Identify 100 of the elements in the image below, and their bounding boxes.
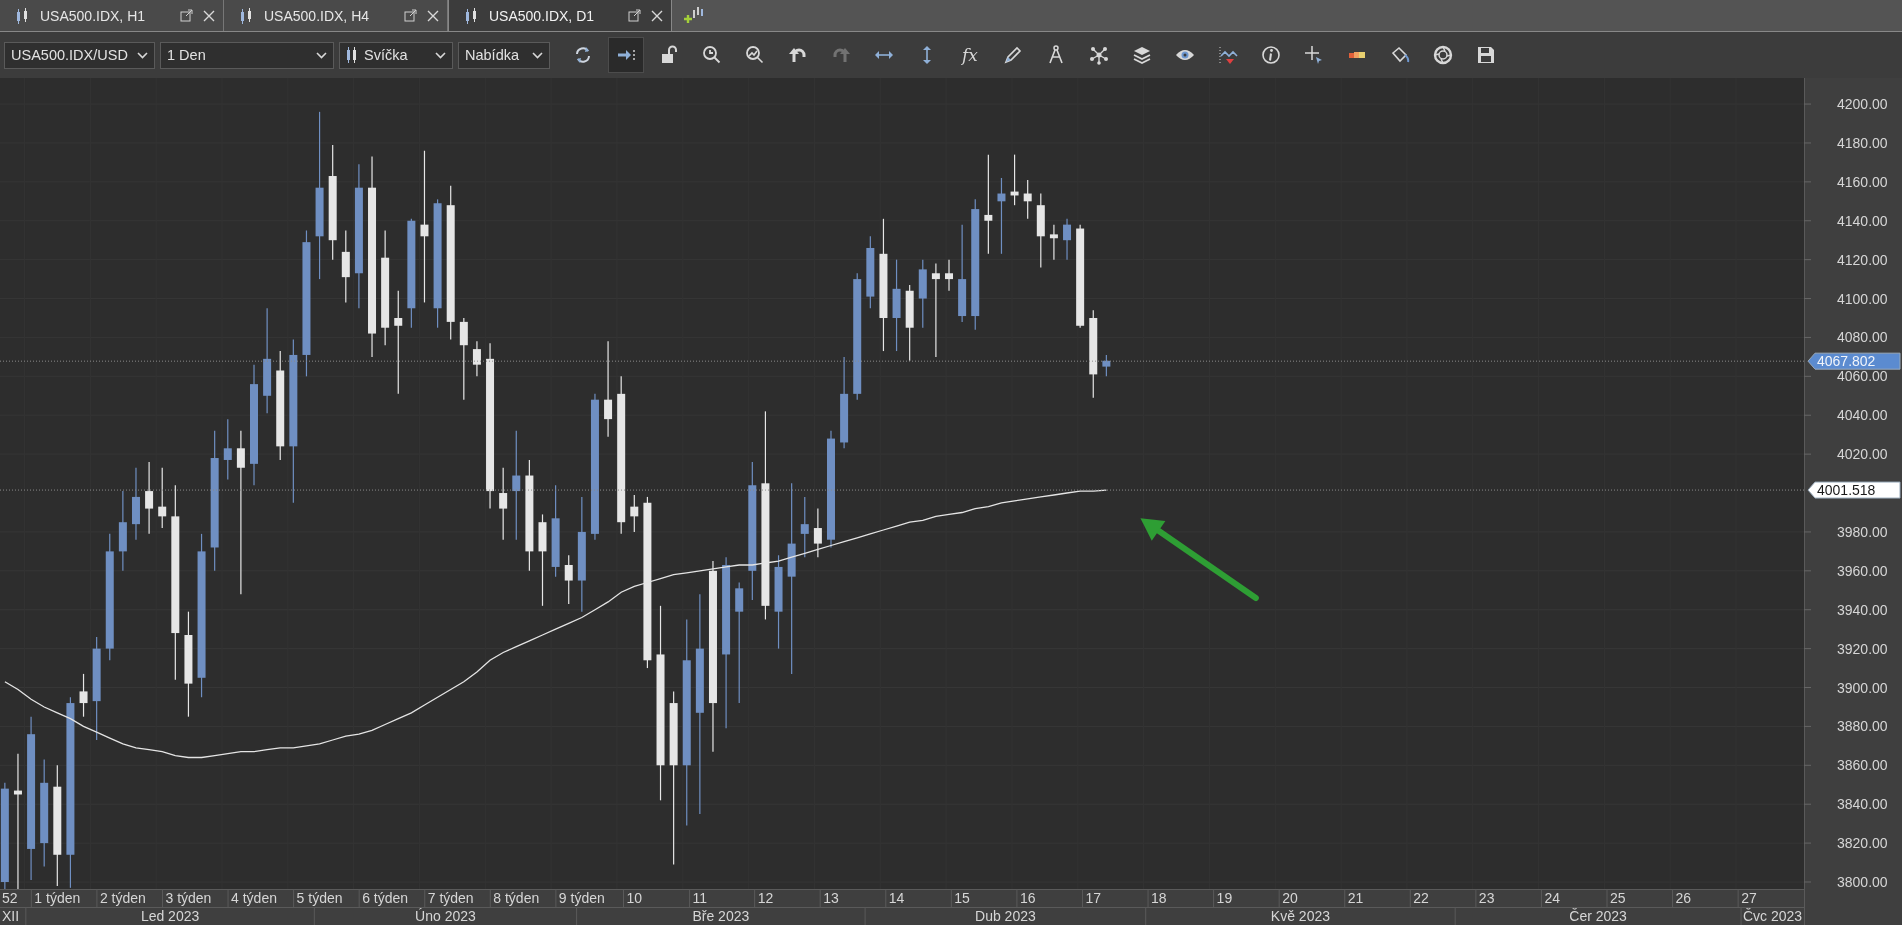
network-icon [1089, 45, 1109, 65]
dropdown[interactable]: 1 Den [160, 41, 334, 69]
axis-label: 3860.00 [1837, 757, 1888, 774]
popout-icon[interactable] [628, 9, 641, 22]
axis-label: 17 [1085, 890, 1102, 906]
dropdown[interactable]: USA500.IDX/USD [4, 41, 155, 69]
axis-label: 10 [626, 890, 643, 906]
candlestick [813, 508, 822, 558]
axis-label: 4200.00 [1837, 96, 1888, 113]
caret-icon [316, 51, 327, 59]
candlestick-icon [346, 46, 358, 64]
price-tag: 4001.518 [1807, 481, 1901, 499]
axis-label: 12 [757, 890, 774, 906]
axis-label: 21 [1347, 890, 1364, 906]
zoom-out-icon [745, 45, 765, 65]
info-icon [1261, 45, 1281, 65]
candlestick [564, 554, 573, 605]
axis-label: 26 [1675, 890, 1692, 906]
arrow-right-button[interactable] [608, 37, 644, 73]
axis-label: 3880.00 [1837, 718, 1888, 735]
axis-label: 22 [1413, 890, 1429, 906]
candlestick [918, 259, 927, 329]
axis-label: 24 [1544, 890, 1560, 906]
refresh-icon [573, 45, 593, 65]
layers-icon [1132, 45, 1152, 65]
ref-line-label: 4001.518 [1817, 482, 1876, 499]
axis-label: 4 týden [231, 890, 277, 906]
dropdown[interactable]: Svíčka [339, 41, 453, 69]
crosshair-icon [1304, 45, 1324, 65]
pencil-icon [1003, 45, 1023, 65]
axis-label: 9 týden [558, 890, 605, 906]
caret-icon [532, 51, 543, 59]
candlestick-icon [14, 6, 30, 25]
axis-label: 27 [1741, 890, 1757, 906]
ref-line-label: 4067.802 [1817, 353, 1876, 370]
caret-icon [137, 51, 148, 59]
axis-label: 4080.00 [1837, 329, 1888, 346]
formula-button[interactable]: fx [952, 37, 988, 73]
axis-label: 25 [1610, 890, 1626, 906]
axis-label: 5 týden [296, 890, 343, 906]
axis-label: Bře 2023 [692, 908, 750, 924]
candlestick [630, 494, 639, 533]
axis-label: 18 [1151, 890, 1167, 906]
caret-icon [435, 51, 446, 59]
candlestick [1102, 354, 1111, 377]
axis-label: 20 [1282, 890, 1298, 906]
close-icon[interactable] [203, 9, 215, 22]
tab[interactable]: USA500.IDX, D1 [448, 0, 672, 31]
popout-icon[interactable] [404, 9, 417, 22]
axis-label: 4060.00 [1837, 368, 1888, 385]
paint-bucket-icon [1390, 45, 1410, 65]
axis-label: 1 týden [34, 890, 81, 906]
candlestick [945, 259, 953, 292]
axis-label: 4180.00 [1837, 134, 1888, 151]
candlestick-icon [238, 6, 254, 25]
axis-label: 14 [888, 890, 905, 906]
axis-label: 16 [1019, 890, 1036, 906]
axis-label: 23 [1478, 890, 1495, 906]
axis-label: 3940.00 [1837, 601, 1888, 618]
close-icon[interactable] [651, 9, 663, 22]
axis-label: 4140.00 [1837, 212, 1888, 229]
aperture-icon [1433, 45, 1453, 65]
tab[interactable]: USA500.IDX, H4 [224, 0, 448, 31]
axis-label: Led 2023 [140, 908, 200, 924]
candlestick [1063, 218, 1072, 261]
axis-label: 3820.00 [1837, 835, 1888, 852]
axis-label: 3 týden [165, 890, 212, 906]
axis-label: 15 [954, 890, 970, 906]
axis-label: XII [2, 908, 20, 924]
axis-label: 4040.00 [1837, 407, 1888, 424]
axis-label: 4120.00 [1837, 251, 1888, 268]
axis-label: 11 [692, 890, 708, 906]
axis-label: 3960.00 [1837, 562, 1888, 579]
axis-label: 4100.00 [1837, 290, 1888, 307]
padlock-icon [659, 45, 679, 65]
candlestick [1010, 154, 1019, 206]
candlestick [79, 673, 88, 718]
axis-label: 4160.00 [1837, 173, 1888, 190]
dropdown[interactable]: Nabídka [458, 41, 550, 69]
save-icon [1476, 45, 1496, 65]
axis-label: Čer 2023 [1569, 908, 1627, 924]
axis-label: 3980.00 [1837, 523, 1888, 540]
axis-label: Kvě 2023 [1270, 908, 1331, 924]
axis-label: 19 [1216, 890, 1233, 906]
axis-label: 7 týden [427, 890, 474, 906]
axis-label: 3840.00 [1837, 796, 1888, 813]
candlestick [1023, 179, 1032, 220]
tab[interactable]: USA500.IDX, H1 [0, 0, 224, 31]
candlestick [800, 496, 809, 558]
candlestick [472, 340, 481, 377]
add-chart-icon[interactable] [682, 5, 704, 26]
axis-label: 6 týden [362, 890, 409, 906]
axis-label: 13 [823, 890, 839, 906]
axis-label: 3800.00 [1837, 874, 1888, 890]
indicator-icon [1218, 45, 1238, 65]
popout-icon[interactable] [180, 9, 193, 22]
close-icon[interactable] [427, 9, 439, 22]
axis-label: Čvc 2023 [1742, 908, 1803, 924]
price-tag: 4067.802 [1807, 352, 1901, 370]
axis-label: 3900.00 [1837, 679, 1888, 696]
